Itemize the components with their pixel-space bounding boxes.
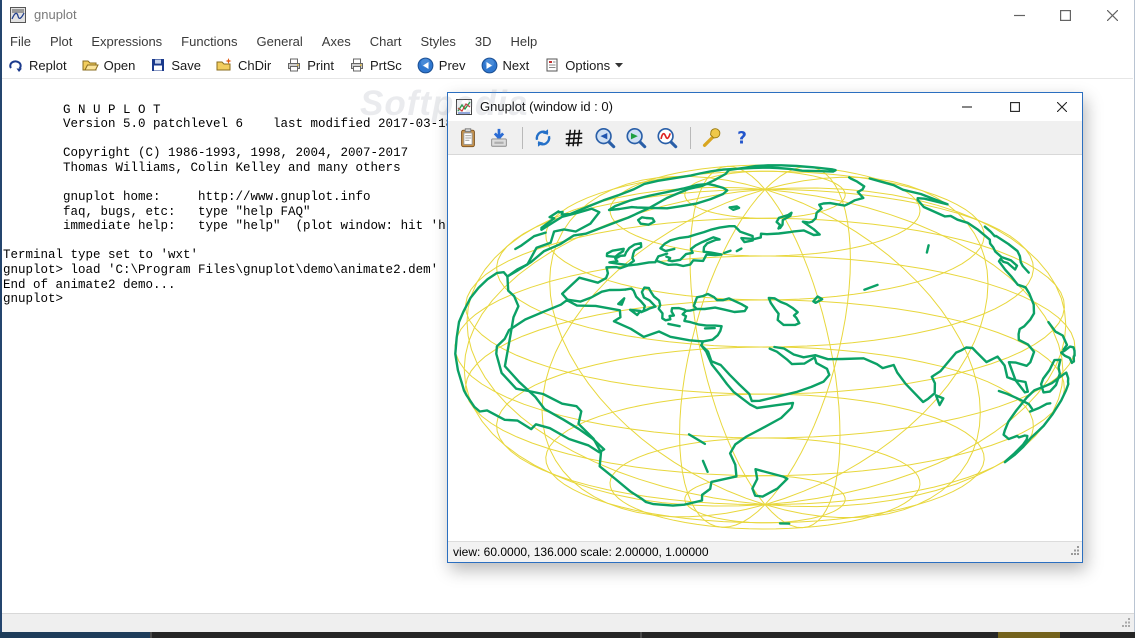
gnuplot-app-icon xyxy=(10,7,26,23)
replot-button[interactable]: Replot xyxy=(2,55,73,75)
menu-3d[interactable]: 3D xyxy=(468,34,499,49)
grid-toggle-button[interactable] xyxy=(560,124,588,152)
help-button[interactable]: ? xyxy=(728,124,756,152)
taskbar-segment xyxy=(640,632,642,638)
save-button[interactable]: Save xyxy=(144,55,207,75)
plot-statusbar: view: 60.0000, 136.000 scale: 2.00000, 1… xyxy=(448,541,1082,562)
plot-canvas[interactable] xyxy=(448,155,1082,541)
taskbar-segment xyxy=(150,632,152,638)
plot-window-title: Gnuplot (window id : 0) xyxy=(480,93,613,121)
autoscale-button[interactable] xyxy=(653,124,681,152)
chdir-folder-icon xyxy=(216,57,233,73)
zoom-previous-button[interactable] xyxy=(591,124,619,152)
next-button[interactable]: Next xyxy=(475,55,536,76)
maximize-icon xyxy=(1010,102,1020,112)
menu-expressions[interactable]: Expressions xyxy=(84,34,169,49)
options-label: Options xyxy=(565,58,610,73)
grid-toggle-icon xyxy=(563,127,585,149)
maximize-icon xyxy=(1060,10,1071,21)
copy-clipboard-button[interactable] xyxy=(454,124,482,152)
menu-axes[interactable]: Axes xyxy=(315,34,358,49)
save-label: Save xyxy=(171,58,201,73)
export-save-button[interactable] xyxy=(485,124,513,152)
maximize-button[interactable] xyxy=(1043,0,1088,30)
export-save-icon xyxy=(488,127,510,149)
window-border-left xyxy=(0,0,2,632)
toolbar-separator xyxy=(690,127,691,149)
zoom-previous-icon xyxy=(594,127,616,149)
prtsc-label: PrtSc xyxy=(370,58,402,73)
menu-help[interactable]: Help xyxy=(504,34,545,49)
prev-label: Prev xyxy=(439,58,466,73)
menu-chart[interactable]: Chart xyxy=(363,34,409,49)
plot-close-button[interactable] xyxy=(1042,93,1082,121)
replot-label: Replot xyxy=(29,58,67,73)
svg-text:?: ? xyxy=(737,128,747,147)
replot-refresh-icon xyxy=(532,127,554,149)
close-button[interactable] xyxy=(1089,0,1135,30)
menu-functions[interactable]: Functions xyxy=(174,34,244,49)
main-toolbar: Replot Open Save ChDir xyxy=(2,52,1133,79)
minimize-icon xyxy=(1014,10,1025,21)
globe-plot xyxy=(448,155,1082,541)
prtsc-button[interactable]: PrtSc xyxy=(343,55,408,75)
close-icon xyxy=(1057,102,1067,112)
print-button[interactable]: Print xyxy=(280,55,340,75)
options-button[interactable]: Options xyxy=(538,55,629,75)
zoom-next-icon xyxy=(625,127,647,149)
open-folder-icon xyxy=(82,57,99,73)
open-label: Open xyxy=(104,58,136,73)
options-form-icon xyxy=(544,57,560,73)
help-icon: ? xyxy=(731,127,753,149)
menu-styles[interactable]: Styles xyxy=(414,34,463,49)
resize-grip[interactable] xyxy=(1121,617,1131,627)
main-window-title: gnuplot xyxy=(34,0,77,30)
plot-minimize-button[interactable] xyxy=(948,93,986,121)
printscreen-icon xyxy=(349,57,365,73)
plot-maximize-button[interactable] xyxy=(996,93,1034,121)
plot-window-icon xyxy=(456,99,472,115)
print-label: Print xyxy=(307,58,334,73)
main-statusbar xyxy=(0,613,1135,633)
close-icon xyxy=(1107,10,1118,21)
menu-file[interactable]: File xyxy=(3,34,38,49)
minimize-button[interactable] xyxy=(997,0,1042,30)
next-circle-icon xyxy=(481,57,498,74)
chdir-button[interactable]: ChDir xyxy=(210,55,277,75)
chdir-label: ChDir xyxy=(238,58,271,73)
main-titlebar[interactable]: gnuplot xyxy=(0,0,1135,30)
plot-toolbar: ? xyxy=(448,121,1082,155)
replot-refresh-button[interactable] xyxy=(529,124,557,152)
config-wrench-icon xyxy=(700,127,722,149)
menu-general[interactable]: General xyxy=(250,34,310,49)
chevron-down-icon xyxy=(615,62,623,68)
menu-plot[interactable]: Plot xyxy=(43,34,79,49)
replot-arrow-icon xyxy=(8,57,24,73)
print-icon xyxy=(286,57,302,73)
toolbar-separator xyxy=(522,127,523,149)
next-label: Next xyxy=(503,58,530,73)
copy-clipboard-icon xyxy=(457,127,479,149)
prev-button[interactable]: Prev xyxy=(411,55,472,76)
zoom-next-button[interactable] xyxy=(622,124,650,152)
taskbar-strip xyxy=(0,632,1135,638)
taskbar-segment xyxy=(0,632,150,638)
resize-grip[interactable] xyxy=(1070,545,1080,555)
plot-window-titlebar[interactable]: Gnuplot (window id : 0) xyxy=(448,93,1082,121)
taskbar-segment xyxy=(998,632,1060,638)
open-button[interactable]: Open xyxy=(76,55,142,75)
save-disk-icon xyxy=(150,57,166,73)
desktop-screenshot: gnuplot File Plot Expressions Functions … xyxy=(0,0,1135,638)
prev-circle-icon xyxy=(417,57,434,74)
plot-window[interactable]: Gnuplot (window id : 0) xyxy=(447,92,1083,563)
menu-bar: File Plot Expressions Functions General … xyxy=(2,30,1133,52)
autoscale-icon xyxy=(656,127,678,149)
minimize-icon xyxy=(962,102,972,112)
config-wrench-button[interactable] xyxy=(697,124,725,152)
